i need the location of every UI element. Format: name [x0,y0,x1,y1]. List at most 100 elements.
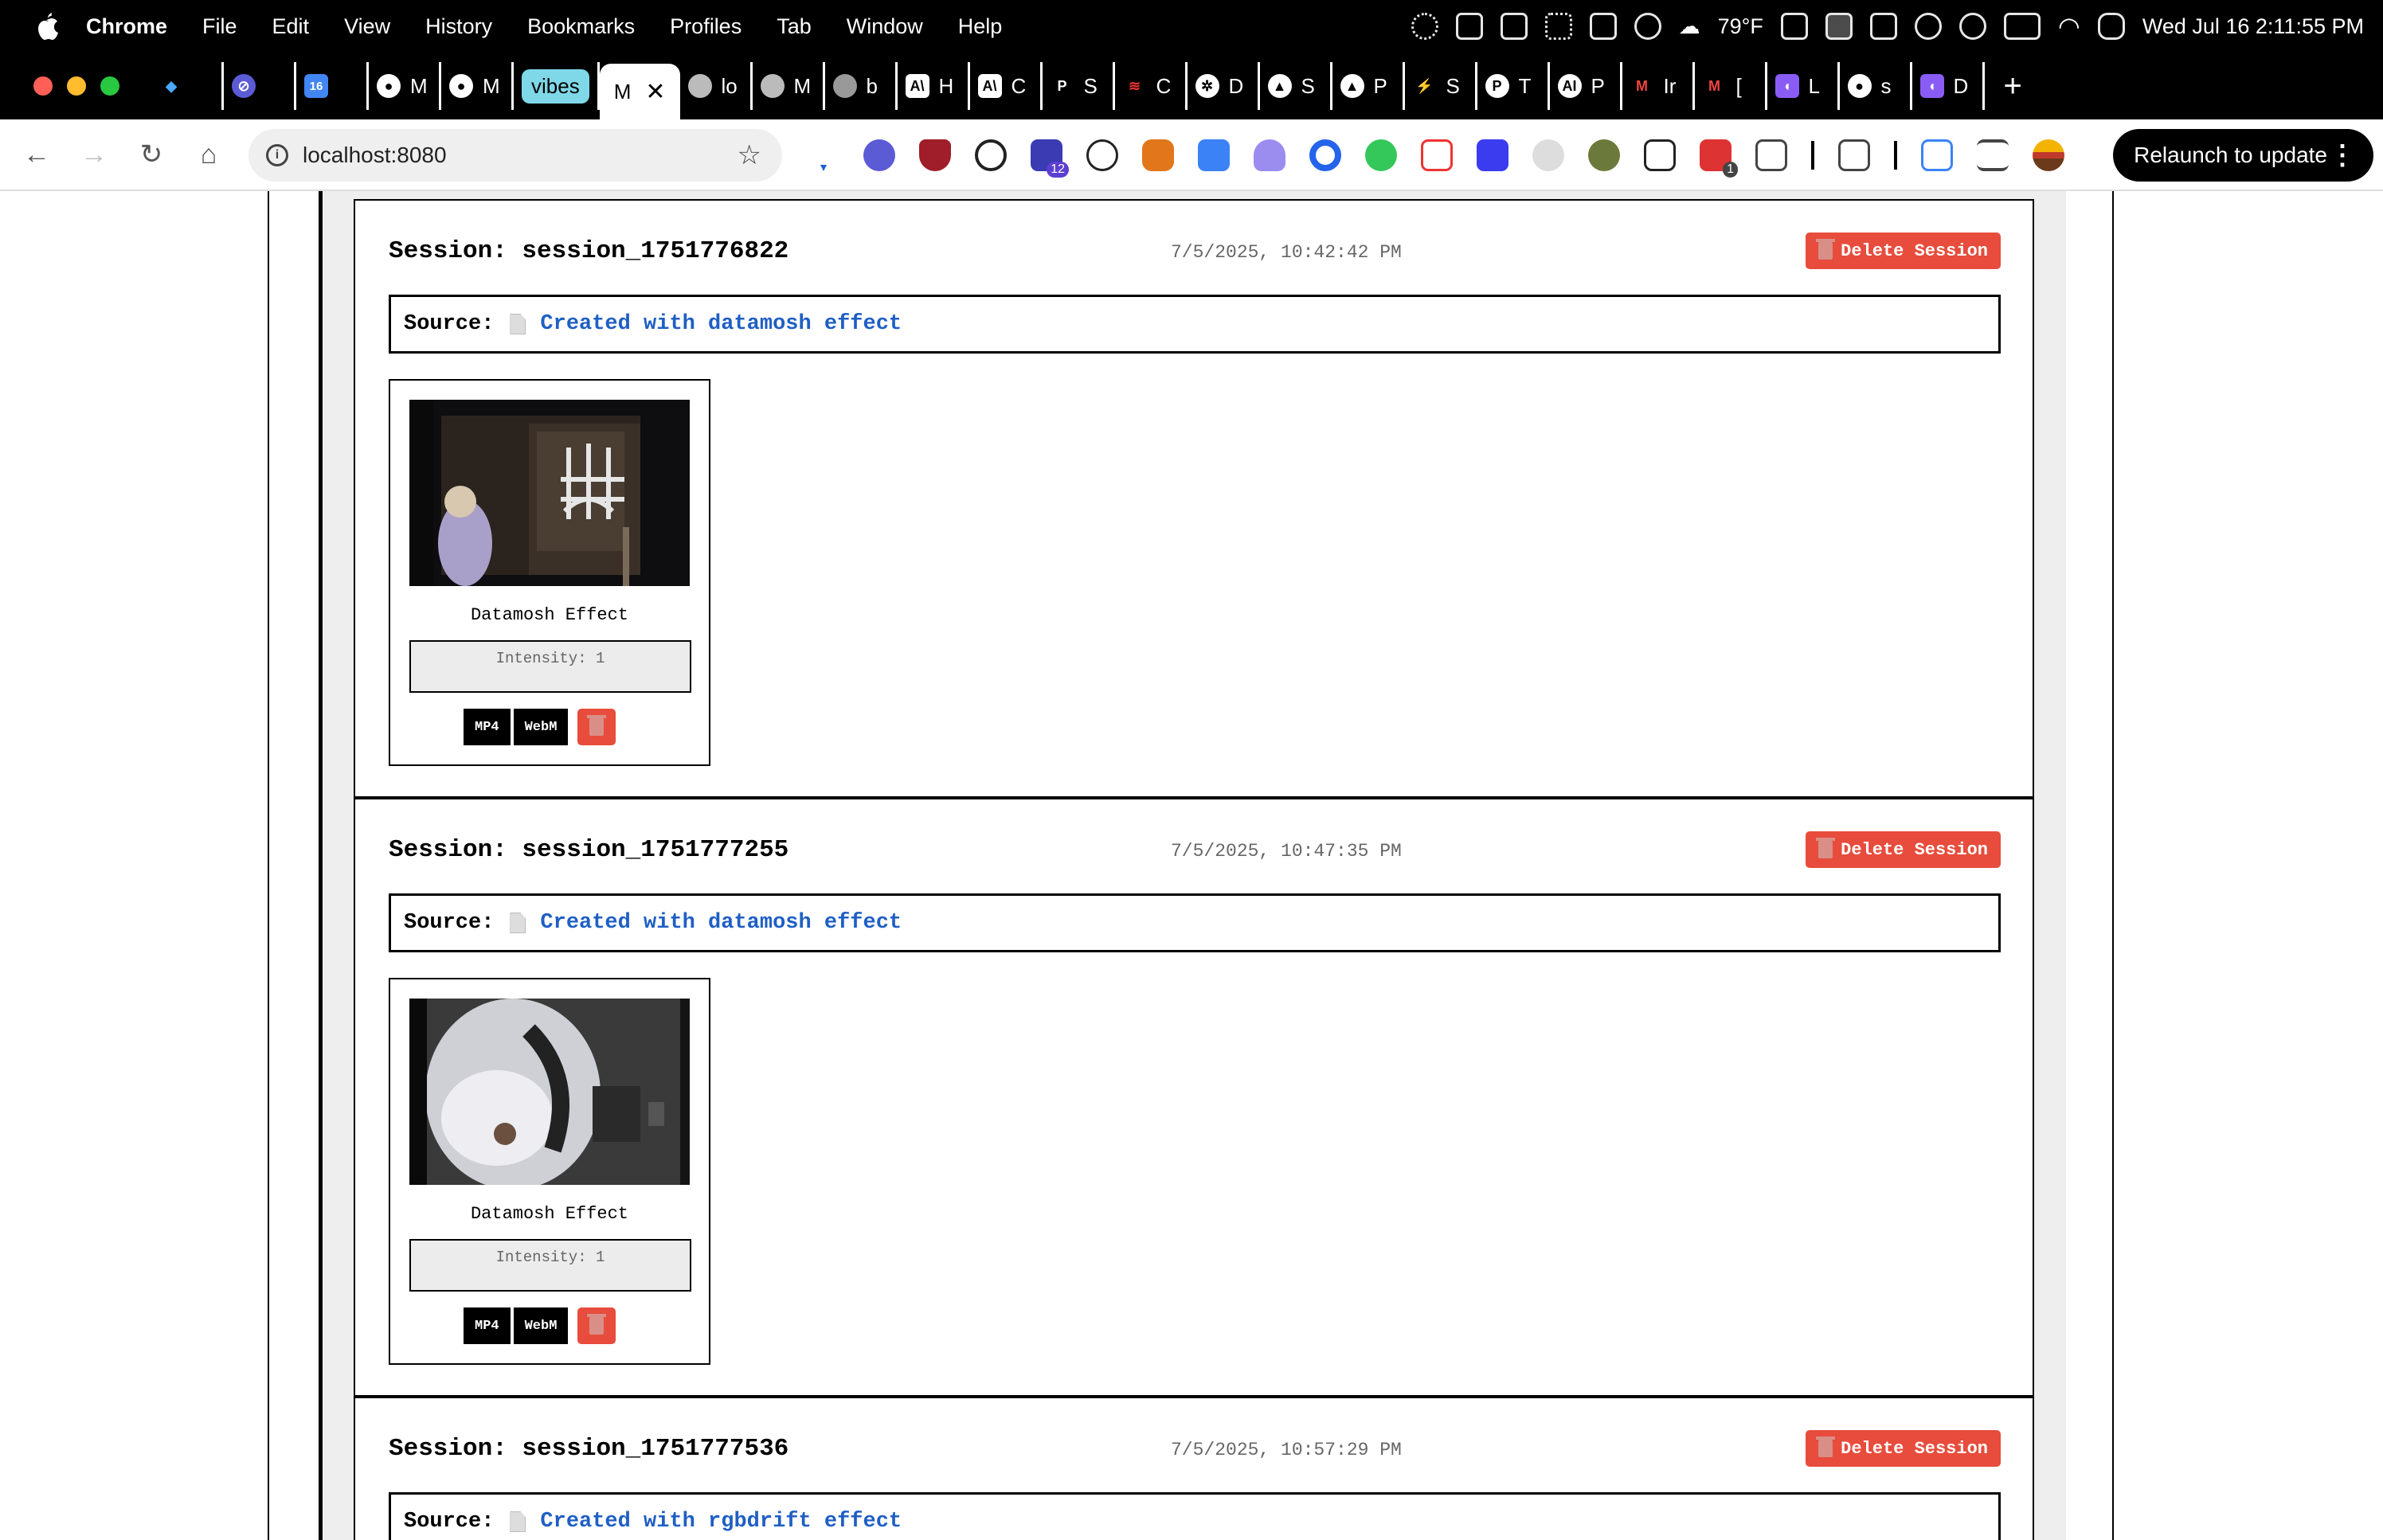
tab-9[interactable]: M [753,62,825,110]
more-menu-icon[interactable]: ⋮ [2329,139,2356,171]
calendar-icon[interactable] [1589,13,1617,40]
download-mp4-button[interactable]: MP4 [464,1307,511,1344]
new-tab-icon[interactable]: + [2004,68,2022,104]
compass-extension-icon[interactable] [1588,139,1620,171]
video-thumbnail[interactable] [409,400,690,586]
back-arrow-icon[interactable]: ← [21,139,53,170]
menu-bar-clock[interactable]: Wed Jul 16 2:11:55 PM [2142,14,2364,39]
frog-extension-icon[interactable] [1365,139,1397,171]
delete-session-button[interactable]: Delete Session [1806,233,2001,269]
download-icon[interactable] [1500,13,1528,40]
tab-16[interactable]: ▲ S [1260,62,1332,110]
menu-window[interactable]: Window [847,14,923,39]
mute-icon[interactable] [1455,13,1483,40]
puzzle-extensions-icon[interactable] [1755,139,1787,171]
download-webm-button[interactable]: WebM [513,709,569,745]
menu-profiles[interactable]: Profiles [670,14,742,39]
tab-4[interactable]: ● M [369,62,441,110]
delete-effect-button[interactable] [577,709,616,745]
tab-14[interactable]: ≋ C [1115,62,1188,110]
cloud-status-icon[interactable] [1780,13,1808,40]
audio-wave-extension-icon[interactable] [1477,139,1508,171]
screen-record-icon[interactable] [1421,139,1453,171]
menu-help[interactable]: Help [958,14,1003,39]
tab-1[interactable]: ◆ [151,62,224,110]
tab-19[interactable]: PT [1477,62,1550,110]
k-extension-icon[interactable] [1198,139,1230,171]
tab-20[interactable]: AI P [1550,62,1622,110]
forward-arrow-icon[interactable]: → [78,139,110,170]
tab-2[interactable]: ⊘ [224,62,296,110]
menu-view[interactable]: View [344,14,390,39]
close-tab-icon[interactable]: ✕ [645,78,665,106]
download-webm-button[interactable]: WebM [513,1307,569,1344]
tab-11[interactable]: A\ H [898,62,970,110]
reading-list-icon[interactable] [1977,139,2009,171]
weather-icon[interactable]: ☁ [1679,14,1700,39]
tab-13[interactable]: PS [1043,62,1115,110]
home-icon[interactable]: ⌂ [193,139,225,170]
tab-22[interactable]: M[ [1695,62,1767,110]
delete-session-button[interactable]: Delete Session [1806,831,2001,868]
reload-icon[interactable]: ↻ [135,139,167,170]
apple-menu-icon[interactable] [30,10,62,42]
clipboard-icon[interactable] [1825,13,1853,40]
metamask-fox-icon[interactable] [1142,139,1174,171]
menu-file[interactable]: File [202,14,237,39]
video-thumbnail[interactable] [409,999,690,1185]
plus-circle-extension-icon[interactable] [1086,139,1118,171]
moon-extension-icon[interactable] [1532,139,1564,171]
check-circle-icon[interactable] [1634,13,1661,40]
bookmark-star-icon[interactable]: ☆ [738,139,761,171]
control-center-icon[interactable] [2097,13,2125,40]
ghost-extension-icon[interactable] [1254,139,1285,171]
clock-icon[interactable] [1914,13,1942,40]
grammarly-icon[interactable] [975,139,1007,171]
profile-avatar-icon[interactable] [2033,139,2064,171]
tab-23[interactable]: ◖ L [1767,62,1840,110]
delete-effect-button[interactable] [577,1307,616,1344]
tab-24[interactable]: ● s [1840,62,1912,110]
menu-tab[interactable]: Tab [777,14,812,39]
tab-25[interactable]: ◖ D [1912,62,1985,110]
source-link[interactable]: Created with datamosh effect [540,911,902,935]
tab-12[interactable]: A\ C [970,62,1043,110]
tab-8[interactable]: lo [680,62,753,110]
close-window-button[interactable] [33,76,53,96]
tab-21[interactable]: M Ir [1622,62,1695,110]
relaunch-to-update-button[interactable]: Relaunch to update ⋮ [2113,129,2373,182]
calendar-extension-icon[interactable]: 1 [1700,139,1738,178]
target-extension-icon[interactable] [1309,139,1341,171]
wifi-icon[interactable]: ◠ [2058,11,2080,41]
menu-edit[interactable]: Edit [272,14,310,39]
tab-active[interactable]: M ✕ [599,64,680,119]
address-bar-url[interactable]: localhost:8080 [303,143,447,168]
graduation-cap-icon[interactable]: 12 [1031,139,1069,178]
delete-session-button[interactable]: Delete Session [1806,1430,2001,1467]
tab-5[interactable]: ● M [441,62,514,110]
tab-10[interactable]: b [825,62,898,110]
download-mp4-button[interactable]: MP4 [464,709,511,745]
ublock-shield-icon[interactable] [919,139,951,171]
site-info-icon[interactable]: i [266,144,288,166]
zoom-window-button[interactable] [100,76,119,96]
tab-18[interactable]: ⚡ S [1405,62,1477,110]
sparkle-icon[interactable] [1411,13,1438,40]
menu-app-name[interactable]: Chrome [86,14,167,39]
robot-extension-icon[interactable] [1644,139,1676,171]
tab-group-vibes[interactable]: vibes [514,62,600,110]
play-icon[interactable] [1958,13,1986,40]
funnel-extension-icon[interactable] [808,139,839,171]
weather-temperature[interactable]: 79°F [1718,14,1763,39]
menu-history[interactable]: History [425,14,492,39]
tab-15[interactable]: ✲ D [1188,62,1260,110]
menu-bookmarks[interactable]: Bookmarks [527,14,635,39]
source-link[interactable]: Created with datamosh effect [540,312,902,336]
source-link[interactable]: Created with rgbdrift effect [540,1510,902,1534]
cast-icon[interactable] [1921,139,1953,171]
linear-extension-icon[interactable] [863,139,895,171]
search-tabs-icon[interactable] [1838,139,1870,171]
address-bar[interactable]: i localhost:8080 ☆ [248,129,782,182]
tab-17[interactable]: ▲ P [1332,62,1405,110]
display-icon[interactable] [1869,13,1897,40]
